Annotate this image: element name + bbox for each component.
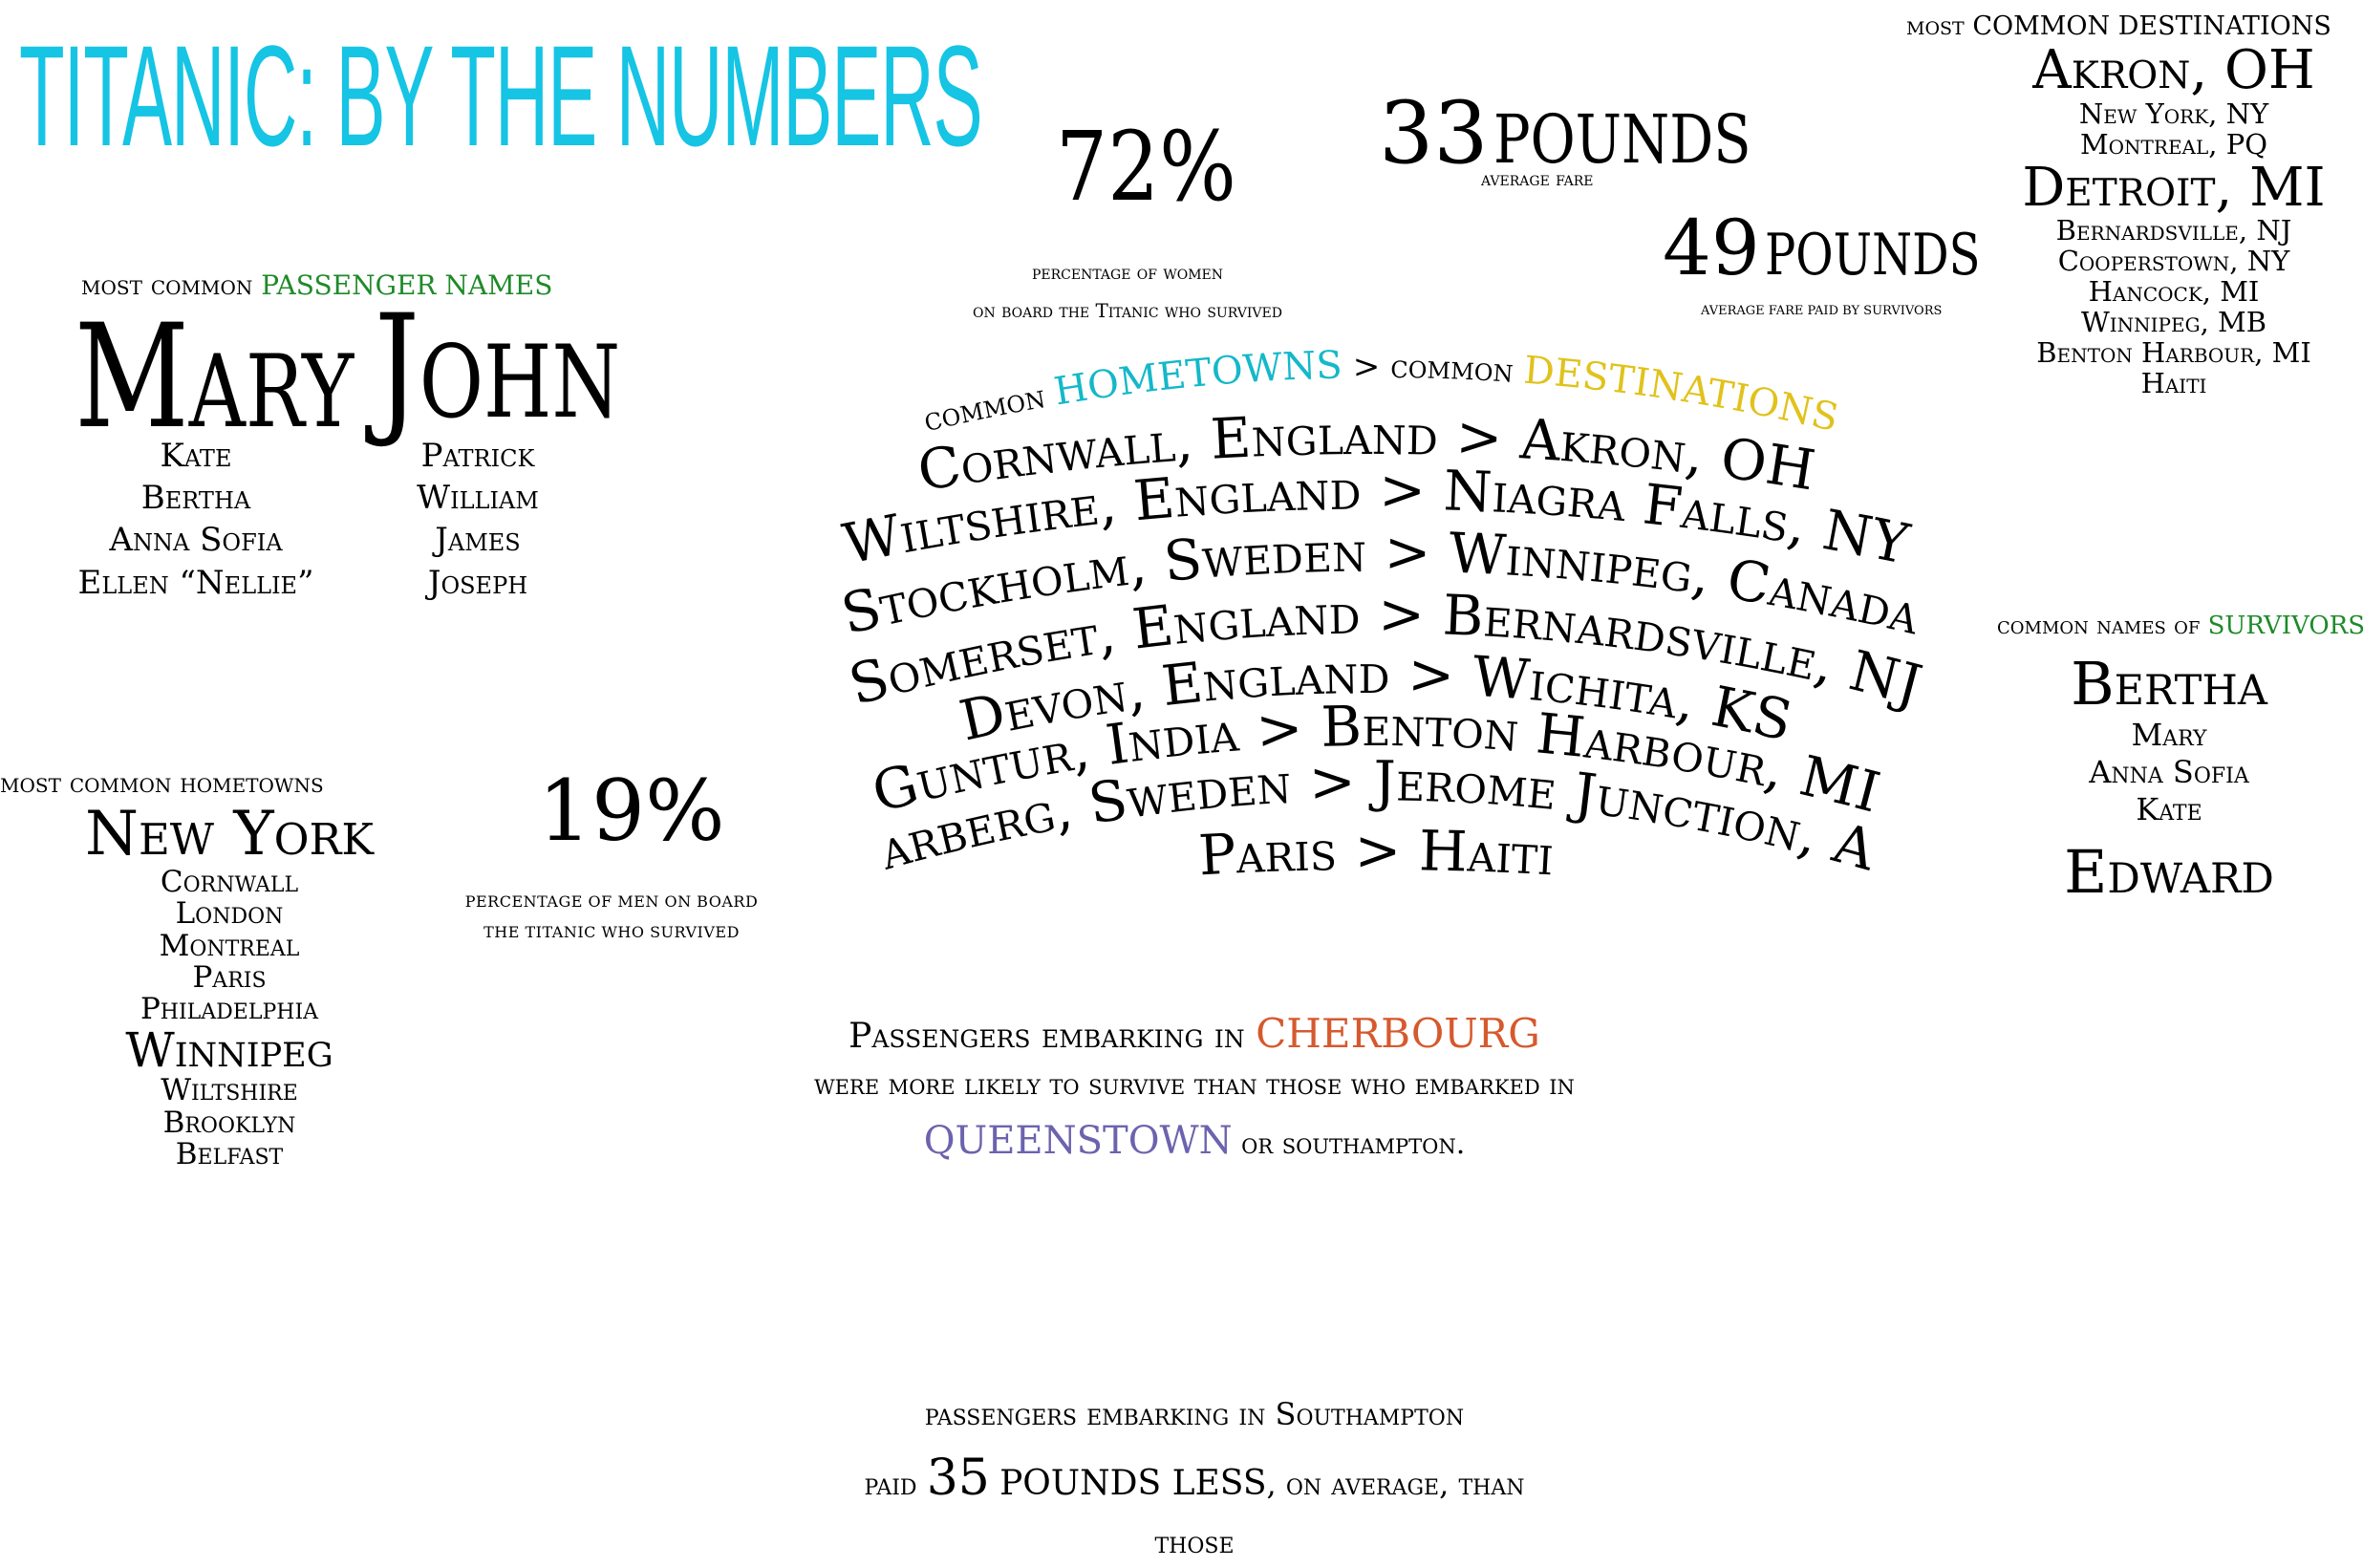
men-survival-line2: the Titanic who survived [483,923,740,941]
top-hometown: New York [84,799,375,870]
southampton-fare-note: passengers embarking in Southampton paid… [573,1390,1815,1568]
male-names-list: Patrick William James Joseph [382,435,573,604]
female-names-list: Kate Bertha Anna Sofia Ellen “Nellie” [57,435,334,604]
routes-list: Cornwall, England > Akron, OH Wiltshire,… [755,382,1928,888]
svg-text:Paris > Haiti: Paris > Haiti [1197,818,1556,888]
hometowns-list: New York Cornwall London Montreal Paris … [38,799,420,1171]
destinations-heading: most COMMON DESTINATIONS [1906,11,2331,41]
top-destination: Akron, OH [2032,39,2315,101]
women-survival-caption: percentage of women on board the Titanic… [917,253,1338,330]
hometown: Paris [192,959,267,995]
top-female-name: Mary [75,294,354,461]
hometown: Cornwall [160,865,299,900]
hometown: Brooklyn [162,1105,296,1140]
destinations-heading-prefix: most [1906,11,1965,41]
hometown: Philadelphia [140,991,319,1026]
top-male-survivor-name: Edward [2064,837,2274,908]
hometowns-heading: most common hometowns [0,767,324,799]
route-line: Paris > Haiti [1197,818,1556,888]
women-survival-pct: 72% [1056,111,1236,223]
destination: Bernardsville, NJ [2055,214,2292,247]
survivor-fare-value: 49 [1663,204,1760,292]
fare-note-number: 35 [926,1450,990,1508]
male-name: Patrick [420,437,535,475]
destination: Winnipeg, MB [2080,306,2267,339]
average-fare-unit: POUNDS [1493,100,1751,179]
survivor-names-heading-prefix: common names of [1997,612,2201,640]
destinations-list: Akron, OH New York, NY Montreal, PQ Detr… [1987,39,2360,399]
female-name: Anna Sofia [109,521,283,560]
male-name: Joseph [427,563,528,602]
survivor-name: Mary [2131,717,2207,754]
average-fare-value: 33 [1379,83,1489,183]
women-survival-line2: on board the Titanic who survived [973,299,1282,322]
female-name: Ellen “Nellie” [77,563,314,602]
hometown: Belfast [175,1136,284,1171]
hometown: Montreal [159,928,300,963]
destination: Benton Harbour, MI [2036,335,2311,369]
hometown: Wiltshire [161,1073,298,1108]
fare-note-line3: those [1154,1524,1235,1561]
average-fare: 33 POUNDS [1379,91,1807,177]
survivor-fare-label: average fare paid by survivors [1701,304,1943,318]
embarkation-survival-note: Passengers embarking in CHERBOURG were m… [573,1003,1815,1170]
queenstown-label: QUEENSTOWN [923,1119,1233,1163]
average-fare-label: average fare [1481,167,1594,190]
women-survival-line1: percentage of women [1031,261,1224,284]
fare-note-prefix: paid [864,1466,917,1503]
embark-line1-prefix: Passengers embarking in [849,1017,1245,1056]
routes-heading-sep: > [1353,348,1381,386]
male-name: James [435,521,521,560]
fare-note-line1: passengers embarking in Southampton [924,1396,1465,1432]
survivor-names-heading: common names of SURVIVORS [1997,612,2363,640]
survivor-name: Kate [2136,791,2202,828]
destination: Haiti [2140,366,2207,399]
survivor-name: Anna Sofia [2089,754,2249,791]
second-hometown: Winnipeg [125,1021,333,1078]
top-male-name: John [375,285,621,451]
page-title: Titanic: by the numbers [19,15,983,176]
female-name: Bertha [140,479,251,518]
second-destination: Detroit, MI [2022,156,2326,219]
cherbourg-label: CHERBOURG [1256,1010,1540,1057]
male-name: William [417,479,539,518]
survivor-names-heading-highlight: SURVIVORS [2207,612,2363,640]
destination: Montreal, PQ [2079,127,2268,161]
hometown: London [175,896,284,932]
destination: New York, NY [2078,97,2269,130]
survivor-fare-unit: POUNDS [1764,222,1981,289]
top-female-survivor-name: Bertha [2071,649,2267,719]
fare-note-highlight: POUNDS LESS [999,1464,1267,1504]
men-survival-line1: percentage of men on board [464,892,759,911]
female-name: Kate [160,437,232,475]
embark-line2: were more likely to survive than those w… [814,1068,1575,1102]
destinations-heading-main: COMMON DESTINATIONS [1972,11,2331,41]
survivor-fare: 49 POUNDS [1663,210,2034,287]
men-survival-pct: 19% [538,762,725,860]
fare-note-suffix: , on average, than [1266,1466,1525,1503]
survivor-names-list: Bertha Mary Anna Sofia Kate Edward [2035,649,2303,908]
destination: Cooperstown, NY [2057,245,2290,278]
men-survival-caption: percentage of men on board the Titanic w… [459,887,764,948]
destination: Hancock, MI [2088,275,2260,309]
embark-line3-suffix: or southampton. [1241,1128,1466,1161]
